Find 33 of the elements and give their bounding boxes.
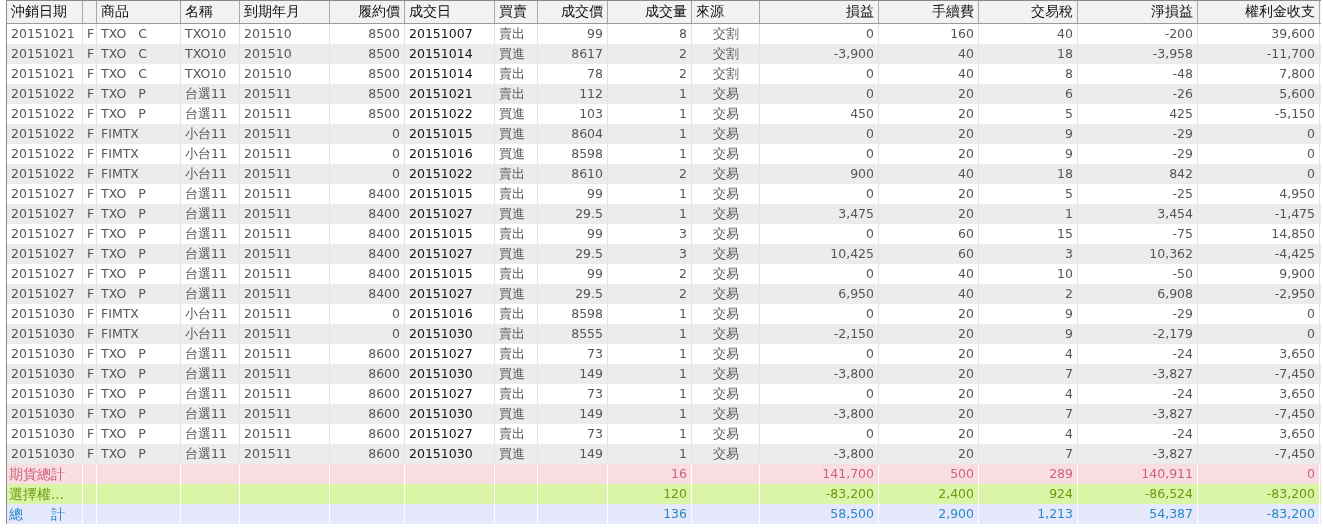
column-header[interactable]: 成交量 <box>608 1 692 23</box>
premium-cell: -83,200 <box>1198 504 1320 524</box>
column-header[interactable]: 交易稅 <box>979 1 1078 23</box>
table-row[interactable]: 20151030 F TXO P 台選11 201511 8600 20151030 買進 149 1 交易 -3,800 20 7 -3,827 -7,450 <box>7 404 1321 424</box>
column-header[interactable]: 成交日 <box>405 1 495 23</box>
tax-cell: 1,213 <box>979 504 1078 524</box>
column-header[interactable]: 買賣 <box>495 1 538 23</box>
net-profit-cell: 54,387 <box>1078 504 1198 524</box>
table-row[interactable]: 20151022 F FIMTX 小台11 201511 0 20151022 賣出 8610 2 交易 900 40 18 842 0 <box>7 164 1321 184</box>
column-header[interactable]: 權利金收支 <box>1198 1 1320 23</box>
column-header[interactable]: 來源 <box>692 1 760 23</box>
table-row[interactable]: 20151027 F TXO P 台選11 201511 8400 20151027 買進 29.5 2 交易 6,950 40 2 6,908 -2,950 <box>7 284 1321 304</box>
column-header[interactable]: 淨損益 <box>1078 1 1198 23</box>
column-header[interactable]: 名稱 <box>181 1 240 23</box>
column-header[interactable]: 沖銷日期 <box>7 1 83 23</box>
column-header[interactable]: 履約價 <box>330 1 405 23</box>
column-header[interactable]: 成交價 <box>538 1 608 23</box>
column-header[interactable]: 到期年月 <box>240 1 330 23</box>
column-header[interactable]: 損益 <box>760 1 879 23</box>
totals-label: 總 計 <box>7 504 83 524</box>
table-row[interactable]: 20151027 F TXO P 台選11 201511 8400 20151027 買進 29.5 1 交易 3,475 20 1 3,454 -1,475 <box>7 204 1321 224</box>
table-row[interactable]: 20151021 F TXO C TXO10 201510 8500 20151014 買進 8617 2 交割 -3,900 40 18 -3,958 -11,700 <box>7 44 1321 64</box>
table-row[interactable]: 20151030 F TXO P 台選11 201511 8600 20151030 買進 149 1 交易 -3,800 20 7 -3,827 -7,450 <box>7 364 1321 384</box>
profit-cell: 58,500 <box>760 504 879 524</box>
column-header[interactable]: 商品 <box>97 1 181 23</box>
table-row[interactable]: 20151022 F TXO P 台選11 201511 8500 20151021 賣出 112 1 交易 0 20 6 -26 5,600 <box>7 84 1321 104</box>
table-row[interactable]: 20151027 F TXO P 台選11 201511 8400 20151027 買進 29.5 3 交易 10,425 60 3 10,362 -4,425 <box>7 244 1321 264</box>
column-header[interactable]: 手續費 <box>879 1 979 23</box>
table-row[interactable]: 20151030 F TXO P 台選11 201511 8600 20151030 買進 149 1 交易 -3,800 20 7 -3,827 -7,450 <box>7 444 1321 464</box>
fee-cell: 2,900 <box>879 504 979 524</box>
quantity-cell: 136 <box>608 504 692 524</box>
table-row[interactable]: 20151030 F FIMTX 小台11 201511 0 20151030 賣出 8555 1 交易 -2,150 20 9 -2,179 0 <box>7 324 1321 344</box>
table-row[interactable]: 20151022 F FIMTX 小台11 201511 0 20151015 買進 8604 1 交易 0 20 9 -29 0 <box>7 124 1321 144</box>
